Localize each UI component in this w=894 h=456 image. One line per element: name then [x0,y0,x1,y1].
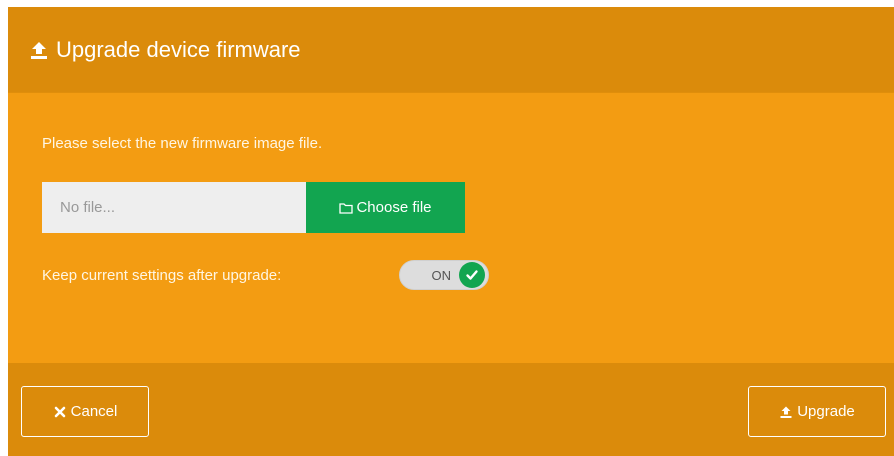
file-name-input[interactable] [42,182,306,233]
keep-settings-row: Keep current settings after upgrade: ON [42,260,489,290]
choose-file-label: Choose file [356,199,432,216]
file-picker: Choose file [42,182,465,233]
dialog-title: Upgrade device firmware [28,37,301,63]
check-icon [465,268,479,282]
cancel-button[interactable]: Cancel [21,386,149,437]
dialog-header: Upgrade device firmware [8,7,894,93]
upgrade-button[interactable]: Upgrade [748,386,886,437]
dialog-title-text: Upgrade device firmware [56,36,301,62]
upload-icon [28,39,50,61]
folder-icon [339,201,354,215]
upgrade-label: Upgrade [797,403,855,420]
toggle-knob [459,262,485,288]
close-icon [53,405,67,419]
upgrade-firmware-dialog: Upgrade device firmware Please select th… [8,7,894,456]
dialog-body: Please select the new firmware image fil… [8,93,894,363]
keep-settings-toggle[interactable]: ON [399,260,489,290]
upload-icon [779,405,793,419]
cancel-label: Cancel [70,403,118,420]
instruction-text: Please select the new firmware image fil… [42,135,323,152]
keep-settings-label: Keep current settings after upgrade: [42,266,282,284]
dialog-footer: Cancel Upgrade [8,363,894,456]
choose-file-button[interactable]: Choose file [306,182,465,233]
toggle-state-label: ON [431,267,452,283]
